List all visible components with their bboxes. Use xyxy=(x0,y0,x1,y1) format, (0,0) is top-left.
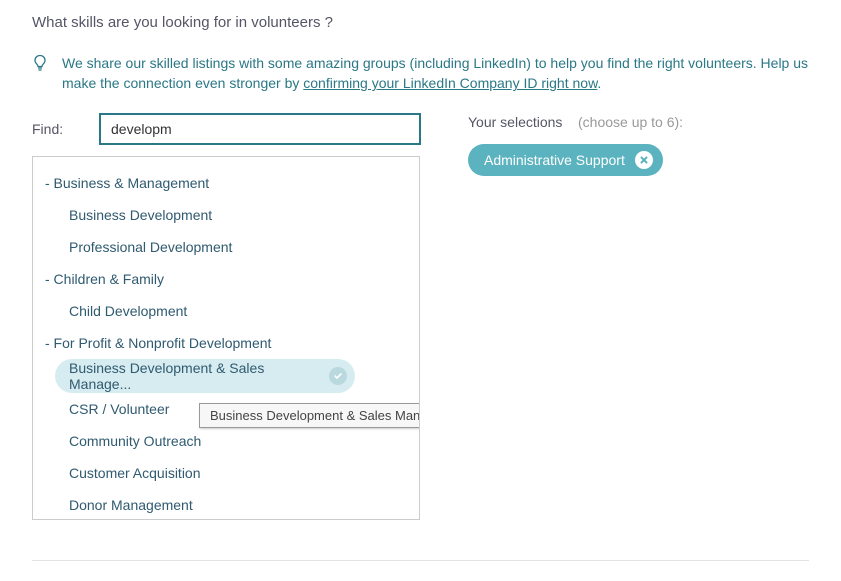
category-for-profit-nonprofit[interactable]: - For Profit & Nonprofit Development xyxy=(41,327,411,359)
list-item[interactable]: Community Outreach xyxy=(41,425,411,457)
selection-chip-label: Administrative Support xyxy=(484,152,625,168)
find-input[interactable] xyxy=(100,114,420,144)
linkedin-confirm-link[interactable]: confirming your LinkedIn Company ID righ… xyxy=(303,75,597,91)
lightbulb-icon xyxy=(32,54,48,72)
page-question: What skills are you looking for in volun… xyxy=(32,14,809,31)
divider xyxy=(32,560,809,561)
list-item-label: Business Development & Sales Manage... xyxy=(69,360,329,392)
list-item-hovered[interactable]: Business Development & Sales Manage... xyxy=(55,359,355,393)
info-text: We share our skilled listings with some … xyxy=(62,53,809,94)
selections-heading: Your selections (choose up to 6): xyxy=(468,114,809,130)
list-item[interactable]: Donor Management xyxy=(41,489,411,520)
list-item[interactable]: CSR / Volunteer Coordination xyxy=(41,393,171,425)
find-label: Find: xyxy=(32,121,80,137)
remove-selection-button[interactable] xyxy=(635,151,653,169)
selections-hint: (choose up to 6): xyxy=(578,114,683,130)
category-children-family[interactable]: - Children & Family xyxy=(41,263,411,295)
tooltip: Business Development & Sales Management xyxy=(199,403,420,428)
info-text-post: . xyxy=(597,75,601,91)
selection-chip: Administrative Support xyxy=(468,144,663,176)
list-item[interactable]: Business Development xyxy=(41,199,411,231)
category-business-management[interactable]: - Business & Management xyxy=(41,167,411,199)
check-icon xyxy=(329,367,347,385)
close-icon xyxy=(639,155,649,165)
skills-listbox[interactable]: - Business & Management Business Develop… xyxy=(32,156,420,520)
selections-label-text: Your selections xyxy=(468,114,562,130)
list-item[interactable]: Professional Development xyxy=(41,231,411,263)
list-item[interactable]: Customer Acquisition xyxy=(41,457,411,489)
list-item[interactable]: Child Development xyxy=(41,295,411,327)
info-banner: We share our skilled listings with some … xyxy=(32,53,809,94)
